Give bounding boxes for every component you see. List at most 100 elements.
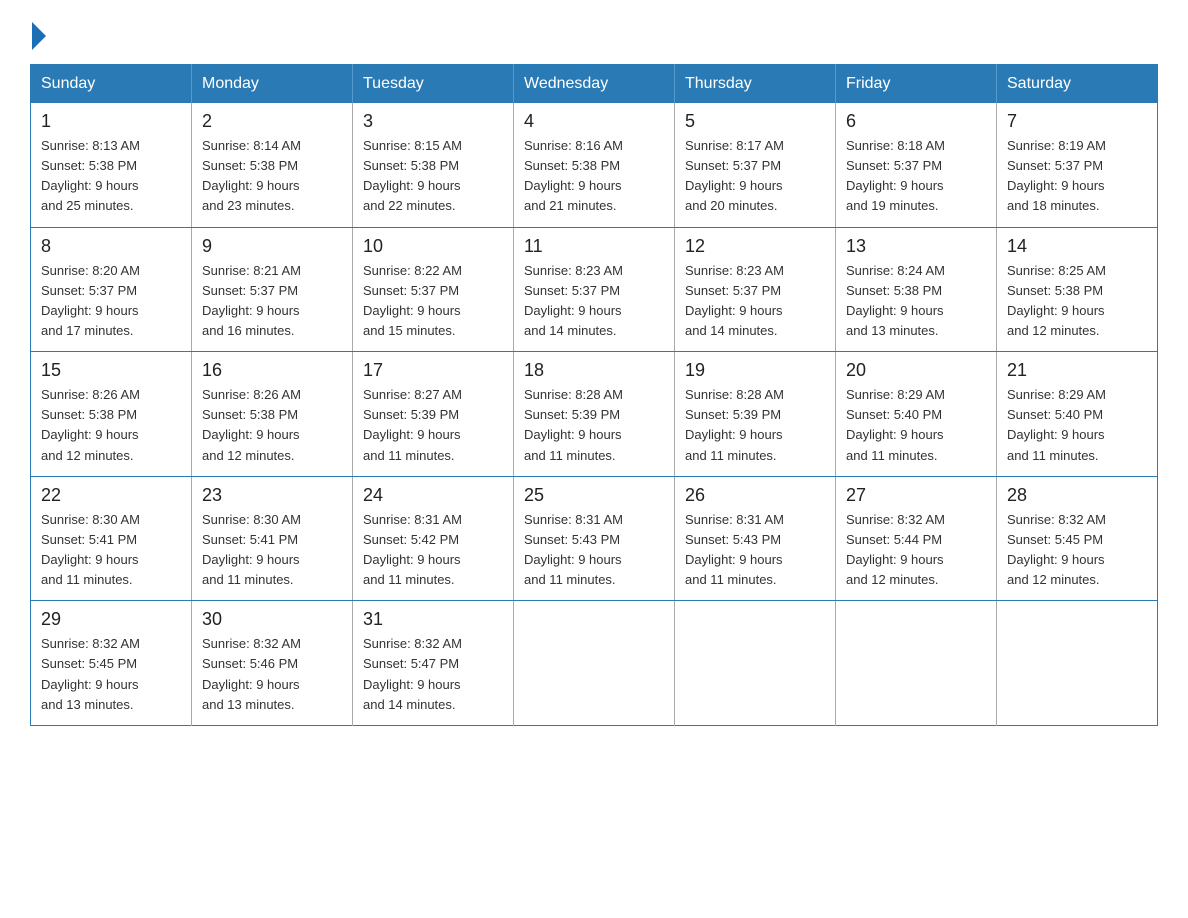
day-info: Sunrise: 8:26 AMSunset: 5:38 PMDaylight:…	[202, 385, 342, 466]
day-info: Sunrise: 8:32 AMSunset: 5:45 PMDaylight:…	[41, 634, 181, 715]
day-info: Sunrise: 8:24 AMSunset: 5:38 PMDaylight:…	[846, 261, 986, 342]
calendar-header-row: Sunday Monday Tuesday Wednesday Thursday…	[31, 65, 1158, 104]
day-info: Sunrise: 8:18 AMSunset: 5:37 PMDaylight:…	[846, 136, 986, 217]
table-row: 15 Sunrise: 8:26 AMSunset: 5:38 PMDayligh…	[31, 352, 192, 477]
day-number: 22	[41, 485, 181, 506]
day-number: 20	[846, 360, 986, 381]
day-info: Sunrise: 8:22 AMSunset: 5:37 PMDaylight:…	[363, 261, 503, 342]
table-row: 20 Sunrise: 8:29 AMSunset: 5:40 PMDayligh…	[836, 352, 997, 477]
table-row: 30Sunrise: 8:32 AMSunset: 5:46 PMDayligh…	[192, 601, 353, 726]
header-friday: Friday	[836, 65, 997, 104]
day-number: 7	[1007, 111, 1147, 132]
table-row: 7 Sunrise: 8:19 AMSunset: 5:37 PMDaylight…	[997, 103, 1158, 227]
day-info: Sunrise: 8:28 AMSunset: 5:39 PMDaylight:…	[524, 385, 664, 466]
day-info: Sunrise: 8:21 AMSunset: 5:37 PMDaylight:…	[202, 261, 342, 342]
day-number: 8	[41, 236, 181, 257]
day-number: 15	[41, 360, 181, 381]
day-info: Sunrise: 8:32 AMSunset: 5:44 PMDaylight:…	[846, 510, 986, 591]
table-row: 3 Sunrise: 8:15 AMSunset: 5:38 PMDaylight…	[353, 103, 514, 227]
day-number: 16	[202, 360, 342, 381]
day-number: 13	[846, 236, 986, 257]
table-row: 8 Sunrise: 8:20 AMSunset: 5:37 PMDaylight…	[31, 227, 192, 352]
day-number: 1	[41, 111, 181, 132]
table-row: 16 Sunrise: 8:26 AMSunset: 5:38 PMDayligh…	[192, 352, 353, 477]
day-number: 25	[524, 485, 664, 506]
calendar-week-row: 1 Sunrise: 8:13 AMSunset: 5:38 PMDaylight…	[31, 103, 1158, 227]
table-row: 9 Sunrise: 8:21 AMSunset: 5:37 PMDaylight…	[192, 227, 353, 352]
table-row: 23 Sunrise: 8:30 AMSunset: 5:41 PMDayligh…	[192, 476, 353, 601]
table-row: 21 Sunrise: 8:29 AMSunset: 5:40 PMDayligh…	[997, 352, 1158, 477]
table-row: 18 Sunrise: 8:28 AMSunset: 5:39 PMDayligh…	[514, 352, 675, 477]
table-row: 1 Sunrise: 8:13 AMSunset: 5:38 PMDaylight…	[31, 103, 192, 227]
day-number: 5	[685, 111, 825, 132]
table-row: 22 Sunrise: 8:30 AMSunset: 5:41 PMDayligh…	[31, 476, 192, 601]
day-info: Sunrise: 8:14 AMSunset: 5:38 PMDaylight:…	[202, 136, 342, 217]
day-info: Sunrise: 8:27 AMSunset: 5:39 PMDaylight:…	[363, 385, 503, 466]
table-row: 10Sunrise: 8:22 AMSunset: 5:37 PMDayligh…	[353, 227, 514, 352]
table-row	[836, 601, 997, 726]
page-header	[30, 20, 1158, 46]
header-monday: Monday	[192, 65, 353, 104]
day-info: Sunrise: 8:29 AMSunset: 5:40 PMDaylight:…	[1007, 385, 1147, 466]
header-tuesday: Tuesday	[353, 65, 514, 104]
day-number: 12	[685, 236, 825, 257]
day-number: 17	[363, 360, 503, 381]
table-row: 29 Sunrise: 8:32 AMSunset: 5:45 PMDayligh…	[31, 601, 192, 726]
logo-arrow-icon	[32, 22, 46, 50]
day-info: Sunrise: 8:13 AMSunset: 5:38 PMDaylight:…	[41, 136, 181, 217]
header-wednesday: Wednesday	[514, 65, 675, 104]
day-info: Sunrise: 8:23 AMSunset: 5:37 PMDaylight:…	[685, 261, 825, 342]
day-number: 24	[363, 485, 503, 506]
day-info: Sunrise: 8:16 AMSunset: 5:38 PMDaylight:…	[524, 136, 664, 217]
table-row: 25 Sunrise: 8:31 AMSunset: 5:43 PMDayligh…	[514, 476, 675, 601]
day-number: 18	[524, 360, 664, 381]
day-info: Sunrise: 8:23 AMSunset: 5:37 PMDaylight:…	[524, 261, 664, 342]
table-row: 28 Sunrise: 8:32 AMSunset: 5:45 PMDayligh…	[997, 476, 1158, 601]
day-info: Sunrise: 8:31 AMSunset: 5:42 PMDaylight:…	[363, 510, 503, 591]
day-number: 6	[846, 111, 986, 132]
day-number: 3	[363, 111, 503, 132]
calendar-table: Sunday Monday Tuesday Wednesday Thursday…	[30, 64, 1158, 726]
day-info: Sunrise: 8:32 AMSunset: 5:46 PMDaylight:…	[202, 634, 342, 715]
day-info: Sunrise: 8:30 AMSunset: 5:41 PMDaylight:…	[41, 510, 181, 591]
day-info: Sunrise: 8:17 AMSunset: 5:37 PMDaylight:…	[685, 136, 825, 217]
day-info: Sunrise: 8:29 AMSunset: 5:40 PMDaylight:…	[846, 385, 986, 466]
header-sunday: Sunday	[31, 65, 192, 104]
day-info: Sunrise: 8:28 AMSunset: 5:39 PMDaylight:…	[685, 385, 825, 466]
table-row	[997, 601, 1158, 726]
calendar-week-row: 15 Sunrise: 8:26 AMSunset: 5:38 PMDayligh…	[31, 352, 1158, 477]
day-number: 19	[685, 360, 825, 381]
table-row: 4Sunrise: 8:16 AMSunset: 5:38 PMDaylight…	[514, 103, 675, 227]
day-info: Sunrise: 8:31 AMSunset: 5:43 PMDaylight:…	[524, 510, 664, 591]
table-row: 31Sunrise: 8:32 AMSunset: 5:47 PMDayligh…	[353, 601, 514, 726]
table-row: 27 Sunrise: 8:32 AMSunset: 5:44 PMDayligh…	[836, 476, 997, 601]
day-info: Sunrise: 8:30 AMSunset: 5:41 PMDaylight:…	[202, 510, 342, 591]
day-info: Sunrise: 8:19 AMSunset: 5:37 PMDaylight:…	[1007, 136, 1147, 217]
table-row: 14Sunrise: 8:25 AMSunset: 5:38 PMDayligh…	[997, 227, 1158, 352]
table-row: 2 Sunrise: 8:14 AMSunset: 5:38 PMDaylight…	[192, 103, 353, 227]
day-number: 23	[202, 485, 342, 506]
table-row: 11 Sunrise: 8:23 AMSunset: 5:37 PMDayligh…	[514, 227, 675, 352]
day-info: Sunrise: 8:26 AMSunset: 5:38 PMDaylight:…	[41, 385, 181, 466]
table-row	[675, 601, 836, 726]
day-number: 28	[1007, 485, 1147, 506]
day-number: 29	[41, 609, 181, 630]
day-info: Sunrise: 8:15 AMSunset: 5:38 PMDaylight:…	[363, 136, 503, 217]
table-row: 19 Sunrise: 8:28 AMSunset: 5:39 PMDayligh…	[675, 352, 836, 477]
table-row: 5 Sunrise: 8:17 AMSunset: 5:37 PMDaylight…	[675, 103, 836, 227]
table-row: 17 Sunrise: 8:27 AMSunset: 5:39 PMDayligh…	[353, 352, 514, 477]
table-row: 26Sunrise: 8:31 AMSunset: 5:43 PMDayligh…	[675, 476, 836, 601]
table-row: 6 Sunrise: 8:18 AMSunset: 5:37 PMDaylight…	[836, 103, 997, 227]
table-row: 12 Sunrise: 8:23 AMSunset: 5:37 PMDayligh…	[675, 227, 836, 352]
day-info: Sunrise: 8:32 AMSunset: 5:45 PMDaylight:…	[1007, 510, 1147, 591]
day-number: 9	[202, 236, 342, 257]
day-number: 21	[1007, 360, 1147, 381]
day-number: 11	[524, 236, 664, 257]
table-row	[514, 601, 675, 726]
day-number: 27	[846, 485, 986, 506]
calendar-week-row: 29 Sunrise: 8:32 AMSunset: 5:45 PMDayligh…	[31, 601, 1158, 726]
calendar-week-row: 22 Sunrise: 8:30 AMSunset: 5:41 PMDayligh…	[31, 476, 1158, 601]
day-number: 2	[202, 111, 342, 132]
day-info: Sunrise: 8:20 AMSunset: 5:37 PMDaylight:…	[41, 261, 181, 342]
table-row: 24 Sunrise: 8:31 AMSunset: 5:42 PMDayligh…	[353, 476, 514, 601]
